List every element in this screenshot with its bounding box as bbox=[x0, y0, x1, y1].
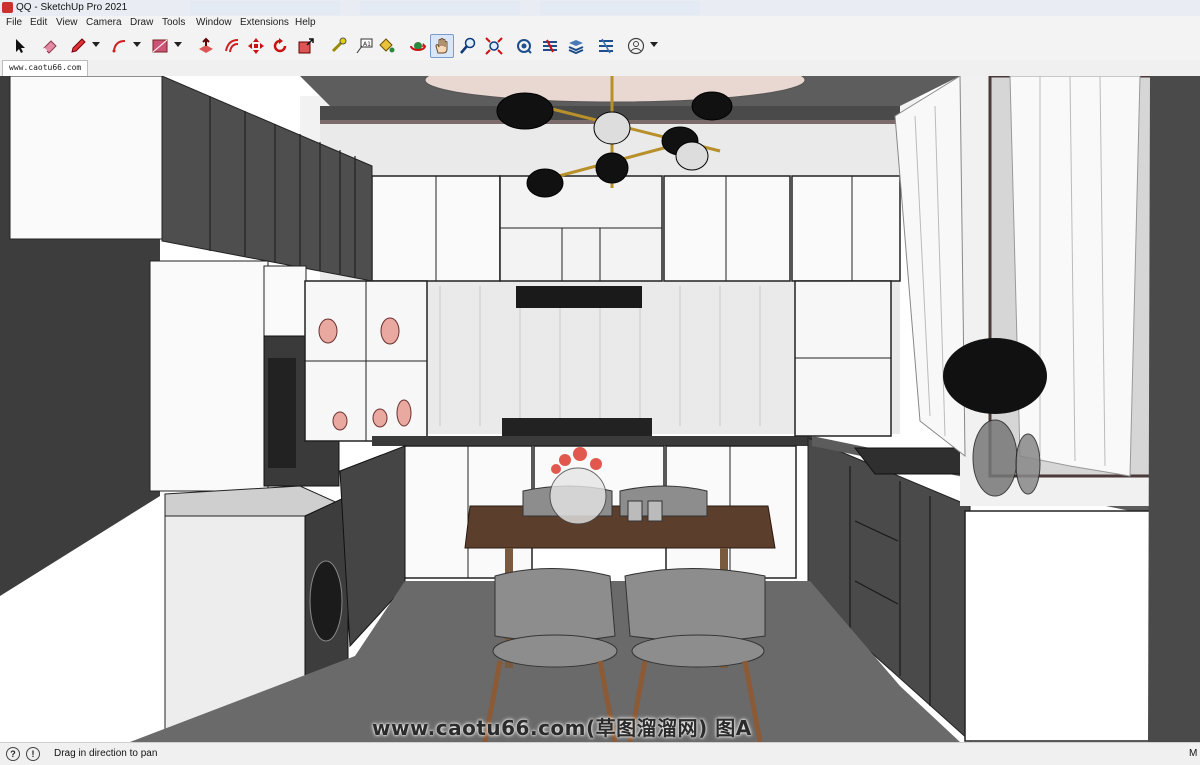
tape-measure-tool-button[interactable] bbox=[326, 34, 350, 58]
background-tab-ghost bbox=[360, 1, 520, 15]
scene-tab-bar: www.caotu66.com bbox=[0, 60, 1200, 77]
text-label-icon: A1 bbox=[356, 38, 373, 54]
pencil-icon bbox=[71, 38, 86, 53]
zoom-extents-icon bbox=[485, 37, 503, 55]
menu-file[interactable]: File bbox=[6, 17, 22, 28]
extension-warehouse-button[interactable] bbox=[538, 34, 562, 58]
eraser-icon bbox=[43, 40, 57, 54]
orbit-icon bbox=[410, 42, 426, 51]
chevron-down-icon[interactable] bbox=[650, 40, 658, 48]
viewport-watermark: www.caotu66.com(草图溜溜网) 图A bbox=[372, 716, 752, 740]
extension-manager-icon bbox=[599, 38, 613, 54]
orbit-tool-button[interactable] bbox=[406, 34, 430, 58]
menu-bar: File Edit View Camera Draw Tools Window … bbox=[0, 16, 1200, 30]
extension-warehouse-icon bbox=[543, 39, 557, 53]
magnifier-icon bbox=[460, 37, 476, 54]
status-bar: ? ! Drag in direction to pan M bbox=[0, 742, 1200, 765]
shape-tool-button[interactable] bbox=[148, 34, 172, 58]
scene-tab[interactable]: www.caotu66.com bbox=[2, 60, 89, 76]
push-pull-icon bbox=[199, 37, 213, 53]
zoom-tool-button[interactable] bbox=[456, 34, 480, 58]
rotate-icon bbox=[273, 38, 287, 53]
arc-icon bbox=[112, 40, 126, 53]
background-tab-ghost bbox=[190, 1, 340, 15]
kitchen-3d-render bbox=[0, 76, 1200, 742]
move-tool-button[interactable] bbox=[244, 34, 268, 58]
offset-icon bbox=[225, 39, 239, 53]
arc-tool-button[interactable] bbox=[108, 34, 132, 58]
offset-tool-button[interactable] bbox=[220, 34, 244, 58]
sketchup-app-icon bbox=[2, 2, 13, 13]
pencil-tool-button[interactable] bbox=[66, 34, 90, 58]
instructor-info-icon[interactable]: ! bbox=[26, 747, 40, 761]
select-tool-button[interactable] bbox=[8, 34, 32, 58]
paint-bucket-icon bbox=[379, 38, 395, 53]
move-arrows-icon bbox=[248, 38, 264, 54]
chevron-down-icon[interactable] bbox=[92, 40, 100, 48]
svg-text:A1: A1 bbox=[363, 41, 371, 48]
user-account-icon bbox=[627, 37, 645, 55]
tape-measure-icon bbox=[331, 37, 347, 53]
menu-help[interactable]: Help bbox=[295, 17, 316, 28]
window-title: QQ - SketchUp Pro 2021 bbox=[16, 2, 128, 13]
rotate-tool-button[interactable] bbox=[268, 34, 292, 58]
layers-stack-icon bbox=[568, 40, 584, 55]
title-bar: QQ - SketchUp Pro 2021 bbox=[0, 0, 1200, 17]
model-viewport[interactable] bbox=[0, 76, 1200, 742]
push-pull-tool-button[interactable] bbox=[194, 34, 218, 58]
chevron-down-icon[interactable] bbox=[133, 40, 141, 48]
background-tab-ghost bbox=[540, 1, 700, 15]
measurements-label: M bbox=[1189, 748, 1198, 759]
main-toolbar: A1 bbox=[0, 30, 1200, 61]
menu-camera[interactable]: Camera bbox=[86, 17, 122, 28]
3d-warehouse-button[interactable] bbox=[512, 34, 536, 58]
rectangle-icon bbox=[152, 39, 168, 53]
scale-tool-button[interactable] bbox=[294, 34, 318, 58]
menu-extensions[interactable]: Extensions bbox=[240, 17, 289, 28]
eraser-tool-button[interactable] bbox=[38, 34, 62, 58]
menu-window[interactable]: Window bbox=[196, 17, 232, 28]
chevron-down-icon[interactable] bbox=[174, 40, 182, 48]
layout-send-button[interactable] bbox=[564, 34, 588, 58]
menu-edit[interactable]: Edit bbox=[30, 17, 47, 28]
geo-location-icon[interactable]: ? bbox=[6, 747, 20, 761]
status-hint: Drag in direction to pan bbox=[54, 748, 158, 759]
text-tool-button[interactable]: A1 bbox=[352, 34, 376, 58]
pan-tool-button[interactable] bbox=[430, 34, 454, 58]
scale-icon bbox=[298, 38, 314, 54]
extension-manager-button[interactable] bbox=[594, 34, 618, 58]
menu-draw[interactable]: Draw bbox=[130, 17, 153, 28]
warehouse-icon bbox=[517, 39, 532, 54]
menu-view[interactable]: View bbox=[56, 17, 78, 28]
zoom-extents-tool-button[interactable] bbox=[482, 34, 506, 58]
menu-tools[interactable]: Tools bbox=[162, 17, 185, 28]
paint-bucket-tool-button[interactable] bbox=[374, 34, 398, 58]
account-button[interactable] bbox=[624, 34, 648, 58]
hand-pan-icon bbox=[435, 38, 448, 54]
arrow-cursor-icon bbox=[16, 39, 25, 53]
